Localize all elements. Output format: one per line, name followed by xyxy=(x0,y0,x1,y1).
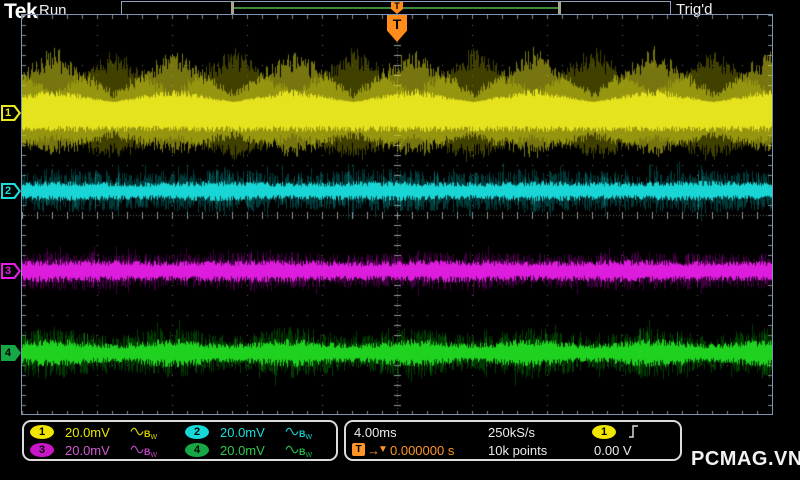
channel-3-bandwidth-icon: BW xyxy=(130,444,157,459)
record-view-bar: T xyxy=(121,1,671,15)
trigger-readout-box: 4.00ms 250kS/s 1 T → ▼ 0.000000 s 10k po… xyxy=(344,420,682,461)
channel-3-badge: 3 xyxy=(30,443,54,457)
channel-1-marker: 1 xyxy=(1,105,21,121)
channel-2-bandwidth-icon: BW xyxy=(285,426,312,441)
channel-4-marker: 4 xyxy=(1,345,21,361)
channel-1-bandwidth-icon: BW xyxy=(130,426,157,441)
channel-2-marker: 2 xyxy=(1,183,21,199)
trigger-source-badge: 1 xyxy=(592,425,616,439)
channel-2-badge: 2 xyxy=(185,425,209,439)
channel-4-bandwidth-icon: BW xyxy=(285,444,312,459)
channel-2-scale: 20.0mV xyxy=(220,425,265,440)
trigger-time-icon: T xyxy=(352,443,365,456)
channel-1-scale: 20.0mV xyxy=(65,425,110,440)
record-view-left-bracket xyxy=(231,2,234,14)
trigger-down-arrow-icon: ▼ xyxy=(378,444,388,455)
channel-readout-box: 1 20.0mV BW 2 20.0mV BW 3 20.0mV BW 4 20… xyxy=(22,420,338,461)
trigger-level-readout: 0.00 V xyxy=(594,443,632,458)
channel-3-marker: 3 xyxy=(1,263,21,279)
record-view-right-bracket xyxy=(558,2,561,14)
waveform-canvas xyxy=(22,15,772,415)
sample-rate-readout: 250kS/s xyxy=(488,425,535,440)
channel-4-badge: 4 xyxy=(185,443,209,457)
channel-1-badge: 1 xyxy=(30,425,54,439)
timebase-readout: 4.00ms xyxy=(354,425,397,440)
channel-3-scale: 20.0mV xyxy=(65,443,110,458)
record-length-readout: 10k points xyxy=(488,443,548,458)
record-view-trigger-icon: T xyxy=(391,2,403,14)
oscilloscope-screen: Tek Run T Trig'd T 1 2 3 4 1 20.0mV BW 2… xyxy=(0,0,800,480)
trigger-slope-icon xyxy=(628,424,640,444)
watermark: PCMAG.VN xyxy=(691,448,800,470)
channel-4-scale: 20.0mV xyxy=(220,443,265,458)
trigger-position-readout: 0.000000 s xyxy=(390,443,455,458)
